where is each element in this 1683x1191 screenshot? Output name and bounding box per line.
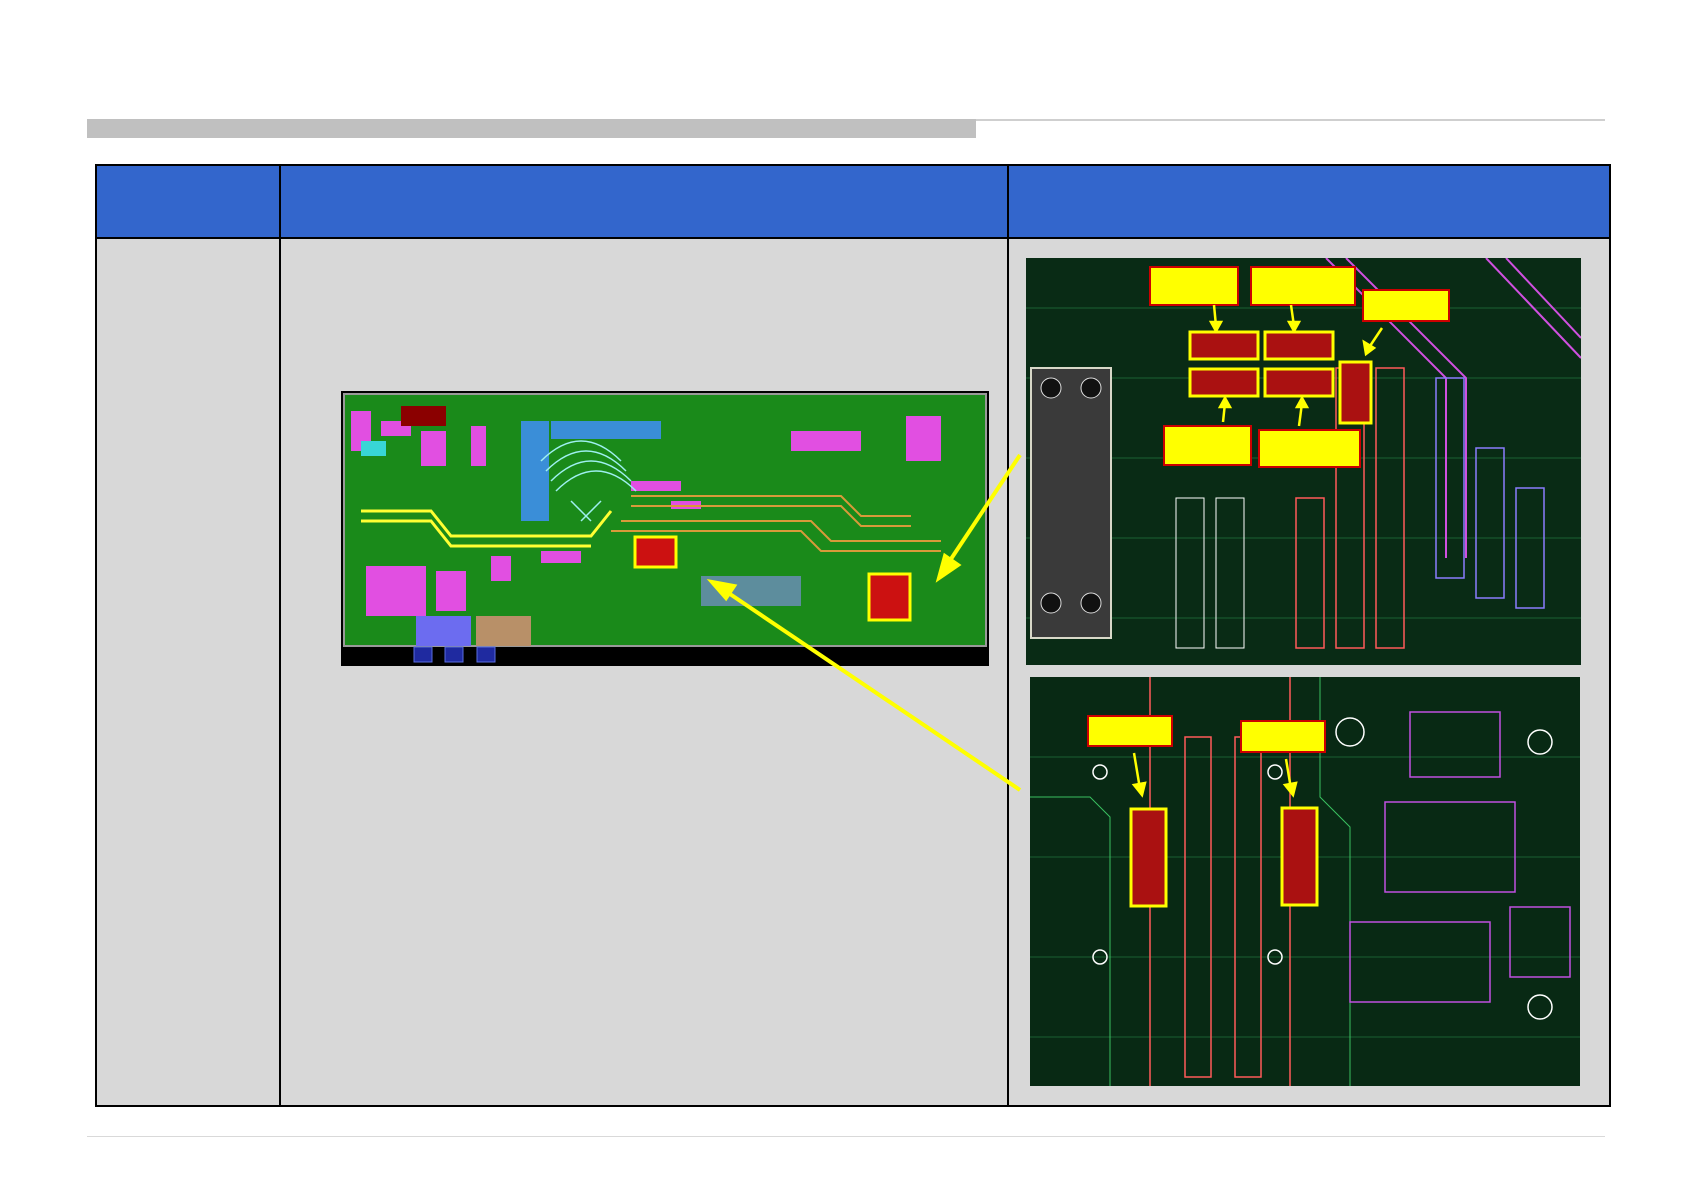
row-cell-2 (279, 237, 1009, 1107)
header-cell-3 (1007, 164, 1611, 239)
table-header-row (95, 164, 1611, 239)
header-cell-2 (279, 164, 1009, 239)
callout-label-5 (1258, 429, 1361, 468)
callout-label-2 (1250, 266, 1356, 306)
pcb-zoom-top (1026, 258, 1581, 665)
row-cell-1 (95, 237, 281, 1107)
title-rule (976, 119, 1605, 121)
callout-label-3 (1362, 289, 1450, 322)
pcb-layout-overview (341, 391, 989, 666)
footer-rule (87, 1136, 1605, 1137)
callout-label-1 (1149, 266, 1239, 306)
row-cell-2-text (281, 239, 1007, 1105)
callout-label-4 (1163, 425, 1252, 466)
callout-label-6 (1087, 715, 1173, 747)
slide-title-bar (87, 119, 976, 138)
header-cell-1 (95, 164, 281, 239)
row-cell-1-text (97, 239, 279, 1105)
callout-label-7 (1240, 720, 1326, 753)
pcb-zoom-bottom (1030, 677, 1580, 1086)
